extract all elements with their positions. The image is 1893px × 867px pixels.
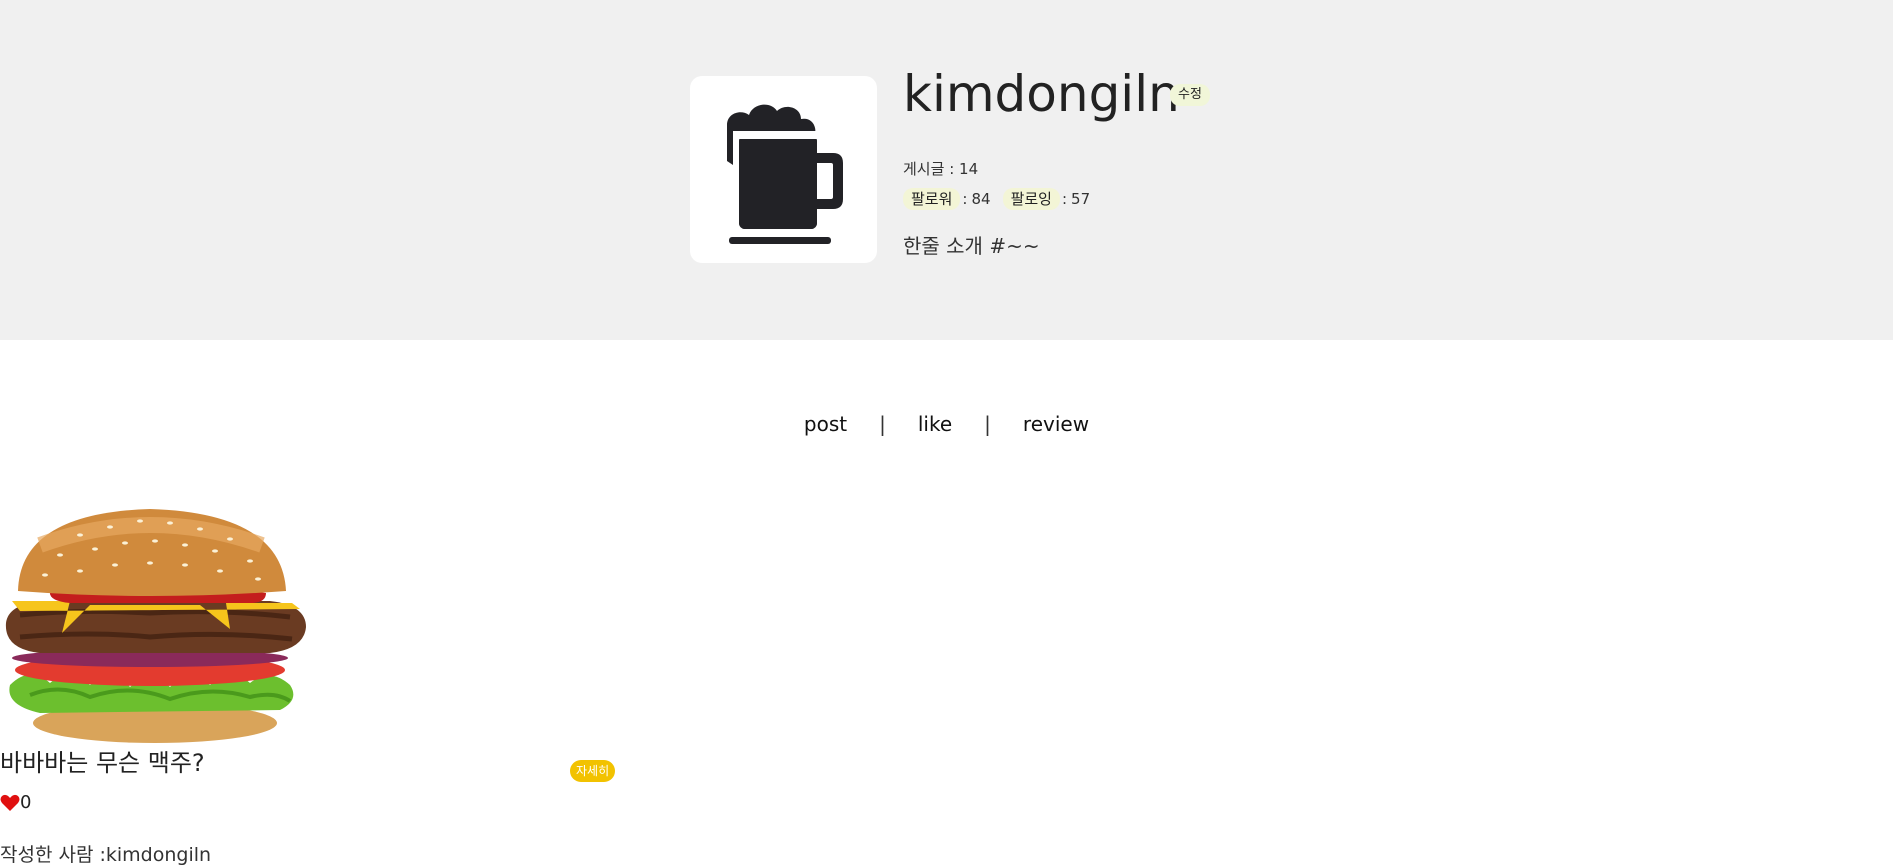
profile-tabs: post | like | review <box>0 412 1893 436</box>
tab-review[interactable]: review <box>1019 412 1093 436</box>
hamburger-image[interactable] <box>0 505 320 745</box>
stat-separator: : <box>962 190 968 208</box>
like-count: 0 <box>0 792 31 813</box>
edit-profile-button[interactable]: 수정 <box>1170 84 1210 106</box>
stat-separator: : <box>1061 190 1068 208</box>
follow-stats: 팔로워 : 84 팔로잉 : 57 <box>903 188 1090 210</box>
profile-username: kimdongiln <box>903 65 1180 123</box>
beer-mug-icon <box>726 104 843 244</box>
following-button[interactable]: 팔로잉 <box>1002 188 1060 210</box>
posts-count-value: 14 <box>959 160 979 178</box>
profile-bio: 한줄 소개 #~~ <box>903 234 1040 258</box>
stat-separator: : <box>949 160 955 178</box>
tab-post[interactable]: post <box>800 412 851 436</box>
posts-label: 게시글 <box>903 160 945 178</box>
post-author: 작성한 사람 :kimdongiln <box>0 840 211 867</box>
heart-icon[interactable] <box>0 794 20 812</box>
like-count-value: 0 <box>20 792 32 813</box>
tab-like[interactable]: like <box>914 412 956 436</box>
followers-count-value: 84 <box>971 190 991 208</box>
post-title[interactable]: 바바바는 무슨 맥주? <box>0 743 205 778</box>
tab-divider: | <box>984 412 991 436</box>
following-count-value: 57 <box>1071 190 1091 208</box>
followers-button[interactable]: 팔로워 <box>903 188 961 210</box>
tab-divider: | <box>879 412 886 436</box>
author-label: 작성한 사람 : <box>0 844 106 866</box>
avatar <box>690 76 877 263</box>
profile-header: kimdongiln 수정 게시글 : 14 팔로워 : 84 팔로잉 : 57… <box>0 0 1893 340</box>
detail-button[interactable]: 자세히 <box>570 760 616 782</box>
post-count: 게시글 : 14 <box>903 159 978 179</box>
author-name: kimdongiln <box>105 844 212 866</box>
